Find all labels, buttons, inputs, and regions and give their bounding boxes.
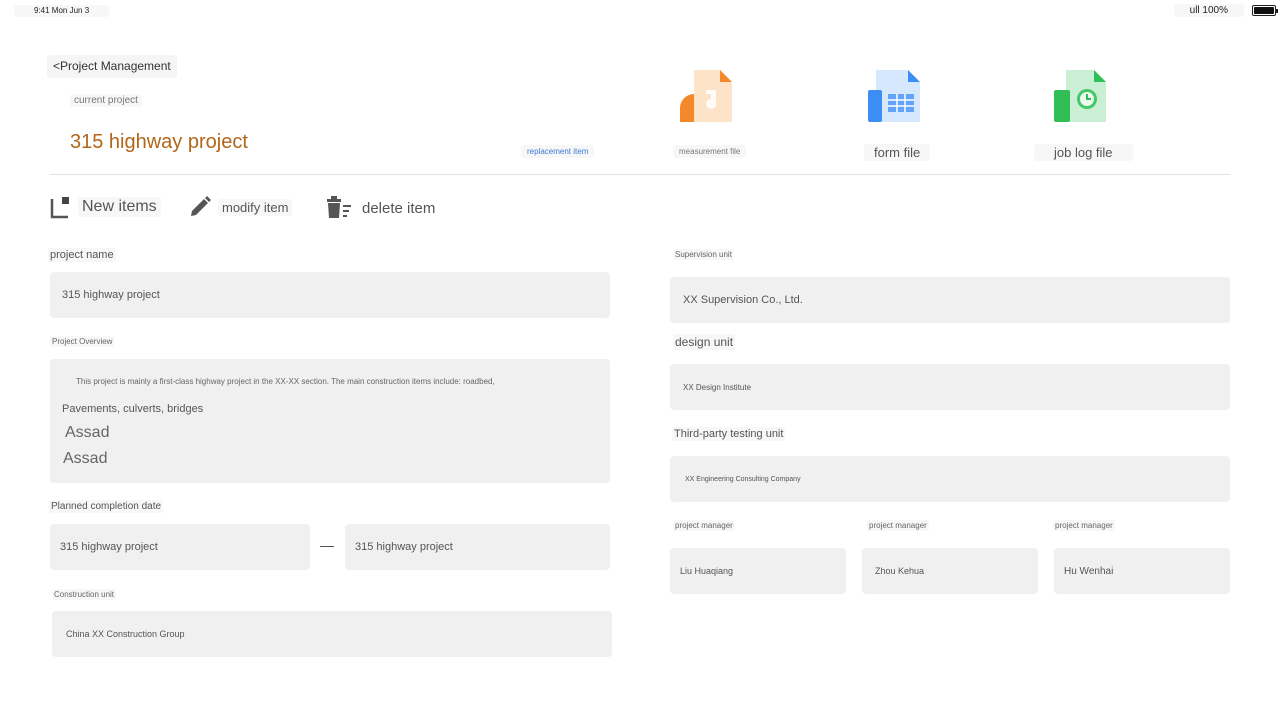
supervision-unit-field[interactable]: XX Supervision Co., Ltd. [670, 277, 1230, 323]
project-name-field[interactable]: 315 highway project [50, 272, 610, 318]
replacement-item-label: replacement item [521, 145, 595, 158]
overview-line: Assad [65, 424, 110, 441]
project-manager-field[interactable]: Liu Huaqiang [670, 548, 846, 594]
status-time: 9:41 Mon Jun 3 [14, 5, 110, 17]
new-items-label: New items [78, 197, 161, 217]
testing-unit-field[interactable]: XX Engineering Consulting Company [670, 456, 1230, 502]
header-divider [50, 174, 1230, 175]
back-button[interactable]: <Project Management [47, 55, 177, 78]
pencil-icon [191, 196, 211, 216]
form-file-label[interactable]: form file [864, 144, 931, 161]
modify-item-button[interactable]: modify item [188, 195, 293, 219]
project-overview-field[interactable]: This project is mainly a first-class hig… [50, 359, 610, 483]
project-manager-label: project manager [867, 520, 929, 531]
project-manager-field[interactable]: Hu Wenhai [1054, 548, 1230, 594]
overview-line: Assad [63, 450, 108, 467]
modify-item-label: modify item [218, 198, 293, 216]
status-right: ull 100% [1173, 4, 1278, 17]
battery-icon [1252, 5, 1278, 16]
spreadsheet-file-icon[interactable] [868, 70, 920, 124]
project-manager-label: project manager [1053, 520, 1115, 531]
delete-item-button[interactable]: delete item [326, 196, 439, 220]
design-unit-label: design unit [673, 334, 736, 350]
clock-file-icon[interactable] [1054, 70, 1106, 124]
new-items-button[interactable]: New items [50, 195, 161, 219]
planned-end-field[interactable]: 315 highway project [345, 524, 610, 570]
audio-file-icon[interactable] [680, 70, 732, 124]
project-manager-label: project manager [673, 520, 735, 531]
overview-line: Pavements, culverts, bridges [62, 403, 204, 415]
battery-fill [1254, 7, 1274, 14]
planned-start-field[interactable]: 315 highway project [50, 524, 310, 570]
construction-unit-field[interactable]: China XX Construction Group [52, 611, 612, 657]
project-manager-field[interactable]: Zhou Kehua [862, 548, 1038, 594]
page-title: 315 highway project [70, 131, 248, 153]
trash-icon [327, 196, 351, 218]
delete-item-label: delete item [362, 199, 436, 217]
overview-line: This project is mainly a first-class hig… [76, 377, 495, 386]
project-overview-label: Project Overview [50, 336, 115, 347]
design-unit-field[interactable]: XX Design Institute [670, 364, 1230, 410]
new-item-icon [50, 197, 69, 219]
measurement-file-label[interactable]: measurement file [673, 145, 747, 158]
project-name-label: project name [48, 248, 116, 262]
replacement-item-tile[interactable]: replacement item [516, 70, 600, 160]
planned-date-label: Planned completion date [49, 500, 164, 513]
battery-percentage: ull 100% [1173, 4, 1244, 17]
testing-unit-label: Third-party testing unit [672, 427, 786, 441]
current-project-label: current project [70, 94, 142, 107]
construction-unit-label: Construction unit [52, 589, 117, 600]
date-range-separator: — [320, 537, 334, 553]
job-log-file-label[interactable]: job log file [1034, 144, 1133, 161]
supervision-unit-label: Supervision unit [673, 249, 734, 260]
